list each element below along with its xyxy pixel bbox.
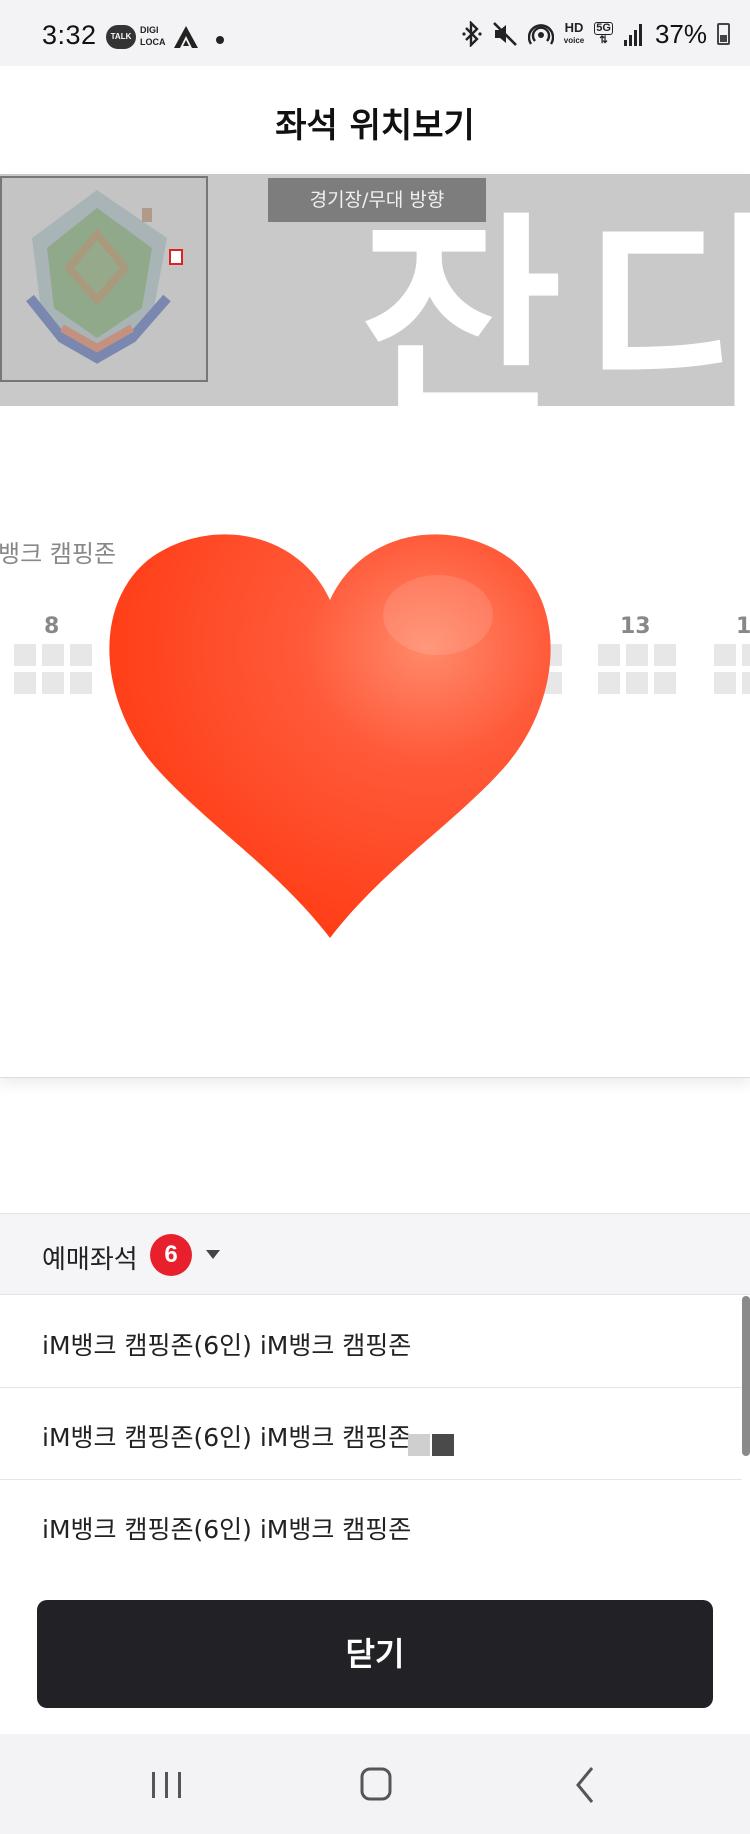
caret-down-icon[interactable] <box>206 1250 220 1259</box>
seat[interactable] <box>654 644 676 666</box>
seat[interactable] <box>742 672 750 694</box>
field-banner: 잔디 경기장/무대 방향 <box>0 174 750 406</box>
5g-icon: 5G ⇅ <box>594 22 613 46</box>
row-number: 13 <box>620 614 651 639</box>
seat[interactable] <box>70 644 92 666</box>
seat-label: iM뱅크 캠핑존(6인) iM뱅크 캠핑존 <box>42 1331 412 1360</box>
reserved-count-badge: 6 <box>150 1234 192 1276</box>
seat-block[interactable] <box>598 644 680 700</box>
list-item[interactable]: iM뱅크 캠핑존(6인) iM뱅크 캠핑존 <box>0 1296 742 1388</box>
battery-icon <box>717 23 730 45</box>
seat[interactable] <box>714 672 736 694</box>
seat[interactable] <box>14 644 36 666</box>
close-button[interactable]: 닫기 <box>37 1600 713 1708</box>
dot-icon <box>216 36 224 44</box>
stage-direction-label: 경기장/무대 방향 <box>268 178 486 222</box>
seat-label: iM뱅크 캠핑존(6인) iM뱅크 캠핑존 <box>42 1515 412 1544</box>
seat[interactable] <box>42 672 64 694</box>
seat[interactable] <box>70 672 92 694</box>
home-icon[interactable] <box>346 1760 406 1810</box>
digi-loca-icon: DIGI LOCA <box>140 24 166 48</box>
seat[interactable] <box>14 672 36 694</box>
talk-icon: TALK <box>106 25 136 49</box>
header: 좌석 위치보기 <box>0 66 750 174</box>
seat[interactable] <box>742 644 750 666</box>
voice-label: voice <box>563 36 585 45</box>
navigation-bar <box>0 1734 750 1834</box>
seat[interactable] <box>42 644 64 666</box>
seat-block[interactable] <box>14 644 96 700</box>
stadium-minimap[interactable] <box>0 176 208 382</box>
stadium-minimap-icon <box>2 178 206 380</box>
network-label: 5G <box>594 22 613 35</box>
recents-icon[interactable] <box>136 1760 196 1810</box>
arrow-icon <box>174 26 198 48</box>
seat-label: iM뱅크 캠핑존(6인) iM뱅크 캠핑존 <box>42 1423 412 1452</box>
back-icon[interactable] <box>556 1760 616 1810</box>
reserved-seat-list[interactable]: iM뱅크 캠핑존(6인) iM뱅크 캠핑존 iM뱅크 캠핑존(6인) iM뱅크 … <box>0 1296 742 1570</box>
row-number: 1 <box>736 614 750 639</box>
scrollbar[interactable] <box>742 1296 750 1456</box>
hd-voice-icon: HD voice <box>563 20 585 46</box>
list-item[interactable]: iM뱅크 캠핑존(6인) iM뱅크 캠핑존 <box>0 1388 742 1480</box>
reserved-seats-title: 예매좌석 <box>42 1245 138 1275</box>
seat[interactable] <box>626 644 648 666</box>
system-icons: HD voice 5G ⇅ 37% <box>462 18 730 49</box>
seat[interactable] <box>654 672 676 694</box>
seat[interactable] <box>626 672 648 694</box>
mute-icon <box>492 22 517 46</box>
status-bar: 3:32 TALK DIGI LOCA HD voice 5G ⇅ 37% <box>0 0 750 66</box>
hd-label: HD <box>564 20 584 35</box>
digi-label: DIGI <box>140 25 159 35</box>
seat[interactable] <box>714 644 736 666</box>
seat-color-toggle-icon <box>408 1434 454 1456</box>
row-number: 8 <box>44 614 60 639</box>
page-title: 좌석 위치보기 <box>275 106 475 146</box>
list-item[interactable]: iM뱅크 캠핑존(6인) iM뱅크 캠핑존 <box>0 1480 742 1570</box>
seat-map[interactable]: 잔디 경기장/무대 방향 뱅크 캠핑존 8 13 1 <box>0 174 750 1078</box>
battery-percent: 37% <box>654 18 707 49</box>
seat[interactable] <box>598 644 620 666</box>
clock: 3:32 <box>42 20 97 50</box>
signal-icon <box>623 24 642 46</box>
reserved-seats-toggle[interactable]: 예매좌석 6 <box>0 1213 750 1295</box>
seat-block[interactable] <box>714 644 750 700</box>
seat[interactable] <box>598 672 620 694</box>
loca-label: LOCA <box>140 37 166 47</box>
bluetooth-icon <box>462 21 482 47</box>
heart-icon <box>109 534 551 938</box>
hotspot-icon <box>527 24 554 45</box>
location-marker-icon <box>169 249 183 265</box>
